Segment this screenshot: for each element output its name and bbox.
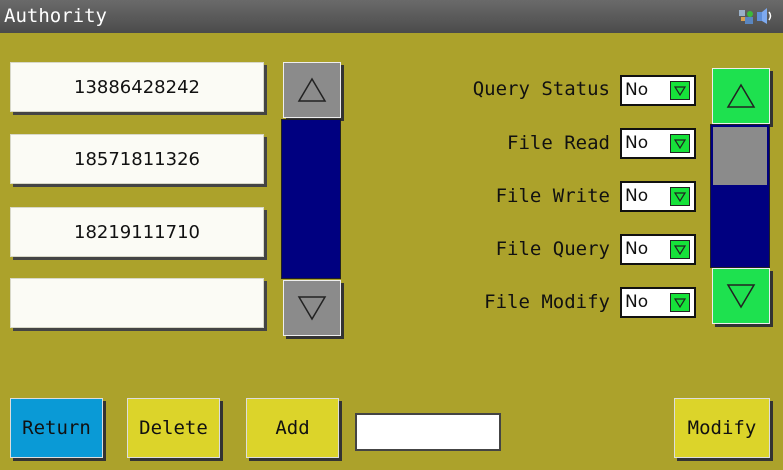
permission-select[interactable]: No	[620, 234, 696, 265]
authority-screen: Authority 13886428242 18571811326 182191…	[0, 0, 783, 470]
triangle-down-icon	[297, 296, 327, 321]
dropdown-button[interactable]	[670, 187, 690, 206]
add-button[interactable]: Add	[246, 398, 339, 458]
phone-list-item[interactable]: 18219111710	[10, 207, 264, 257]
list-scroll-up-button[interactable]	[283, 62, 341, 118]
window-title: Authority	[4, 5, 107, 27]
speaker-icon	[757, 8, 772, 24]
permission-value: No	[625, 133, 649, 153]
permission-label: File Write	[495, 185, 610, 207]
triangle-up-icon	[297, 77, 327, 102]
permission-select[interactable]: No	[620, 181, 696, 212]
permissions-scroll-thumb[interactable]	[713, 127, 767, 185]
permission-value: No	[625, 239, 649, 259]
permission-label: File Read	[507, 132, 610, 154]
permissions-scroll-track[interactable]	[710, 124, 770, 268]
dropdown-triangle-icon	[674, 297, 686, 308]
permissions-scroll-down-button[interactable]	[712, 268, 770, 324]
phone-list-item[interactable]	[10, 278, 264, 328]
permission-value: No	[625, 80, 649, 100]
list-scroll-down-button[interactable]	[283, 280, 341, 336]
permission-select[interactable]: No	[620, 75, 696, 106]
add-number-input[interactable]	[355, 413, 501, 451]
dropdown-triangle-icon	[674, 244, 686, 255]
dropdown-triangle-icon	[674, 191, 686, 202]
permission-label: Query Status	[472, 78, 610, 100]
permission-select[interactable]: No	[620, 287, 696, 318]
triangle-up-icon	[726, 83, 756, 108]
title-bar: Authority	[0, 0, 783, 33]
permission-label: File Modify	[484, 291, 610, 313]
dropdown-triangle-icon	[674, 85, 686, 96]
triangle-down-icon	[726, 284, 756, 309]
modify-button[interactable]: Modify	[674, 398, 770, 458]
permission-value: No	[625, 186, 649, 206]
permission-value: No	[625, 292, 649, 312]
dropdown-button[interactable]	[670, 134, 690, 153]
system-tray	[737, 6, 773, 26]
list-scroll-track[interactable]	[281, 119, 341, 279]
phone-list-item[interactable]: 18571811326	[10, 134, 264, 184]
return-button[interactable]: Return	[10, 398, 103, 458]
phone-list-item[interactable]: 13886428242	[10, 62, 264, 112]
dropdown-button[interactable]	[670, 240, 690, 259]
permission-select[interactable]: No	[620, 128, 696, 159]
delete-button[interactable]: Delete	[127, 398, 220, 458]
permission-label: File Query	[495, 238, 610, 260]
dropdown-triangle-icon	[674, 138, 686, 149]
permissions-scroll-up-button[interactable]	[712, 68, 770, 124]
dropdown-button[interactable]	[670, 293, 690, 312]
dropdown-button[interactable]	[670, 81, 690, 100]
network-icon	[739, 10, 753, 24]
